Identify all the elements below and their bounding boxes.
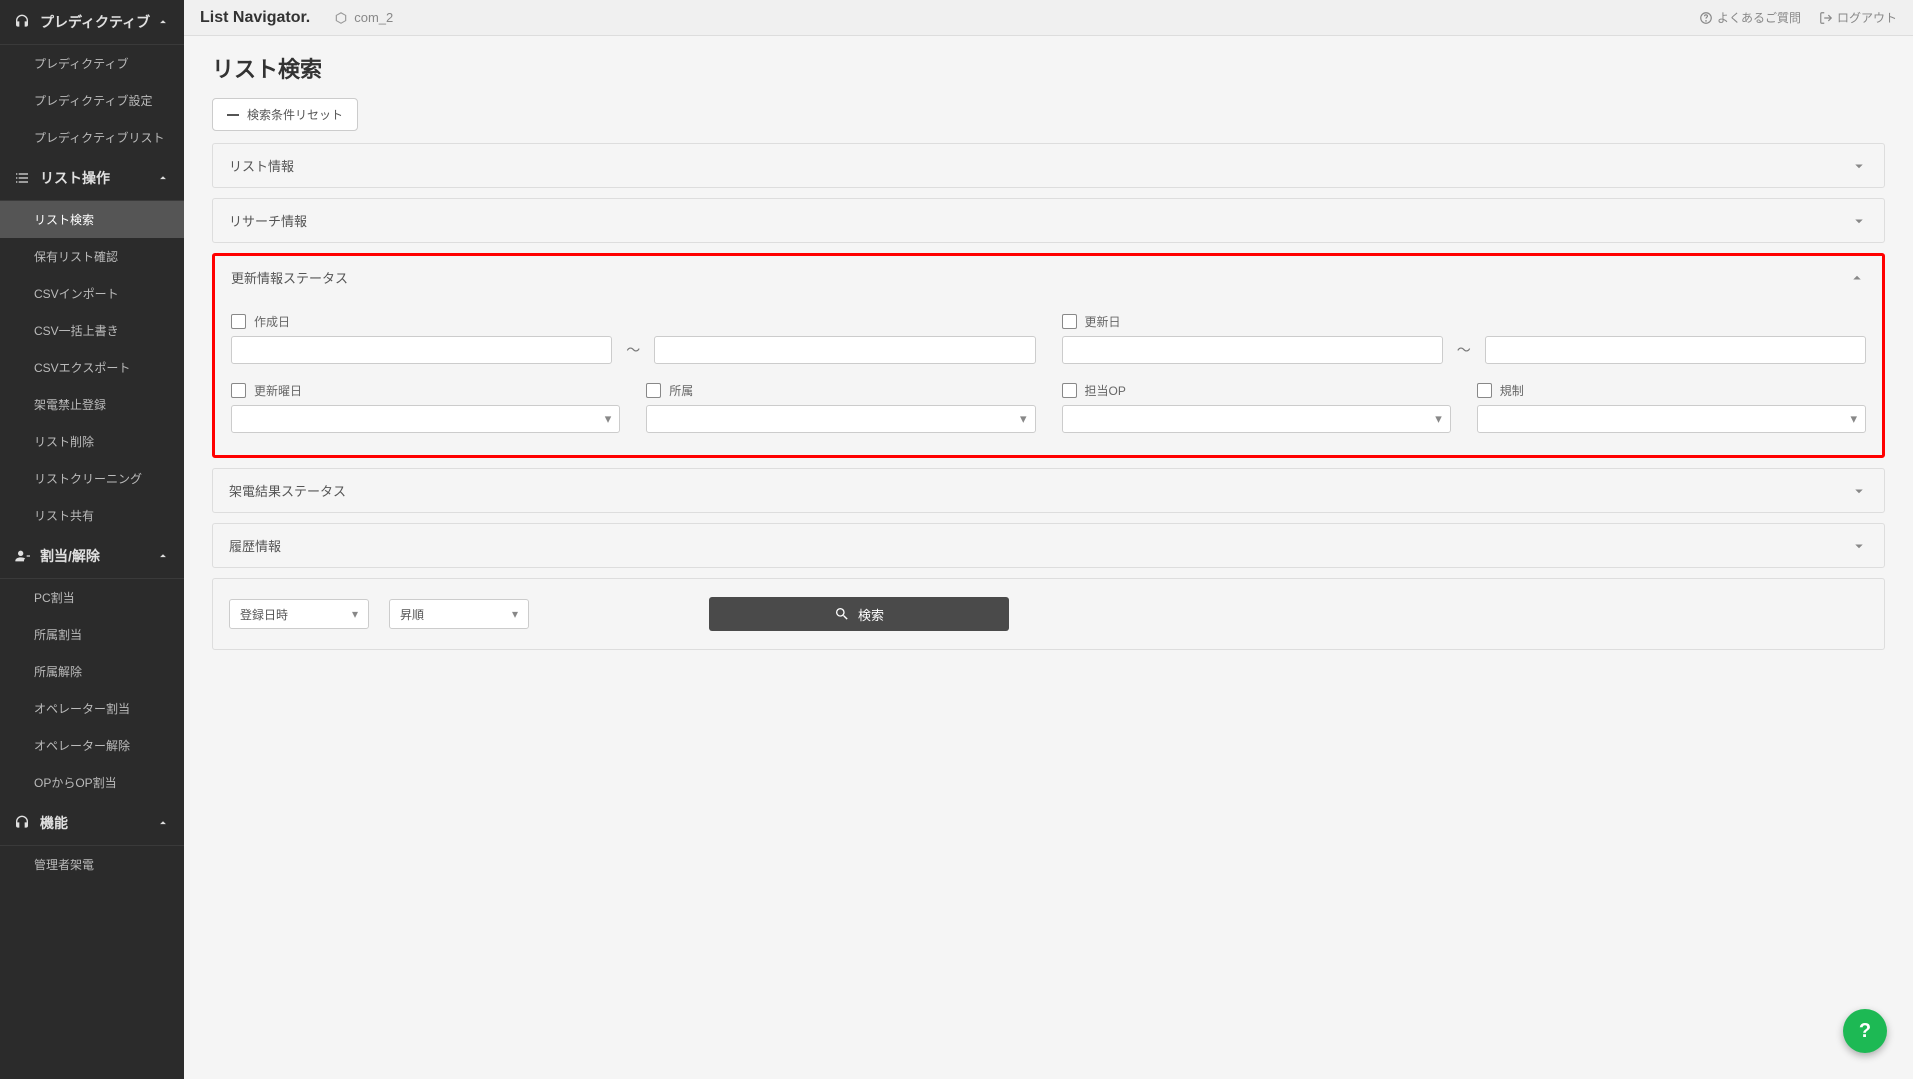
nav-item-list-search[interactable]: リスト検索 xyxy=(0,201,184,238)
nav-item-predictive-list[interactable]: プレディクティブリスト xyxy=(0,119,184,156)
select-sort-field[interactable]: 登録日時 ▾ xyxy=(229,599,369,629)
range-separator: ～ xyxy=(626,340,640,360)
label-update-weekday: 更新曜日 xyxy=(254,382,302,399)
caret-down-icon: ▾ xyxy=(352,607,358,621)
accordion-header-history-info[interactable]: 履歴情報 xyxy=(213,524,1884,567)
page-title: リスト検索 xyxy=(212,52,1885,84)
chevron-up-icon xyxy=(156,549,170,563)
topbar: List Navigator. com_2 よくあるご質問 xyxy=(184,0,1913,36)
nav-section-label: 割当/解除 xyxy=(40,546,100,566)
caret-down-icon: ▾ xyxy=(1435,411,1442,427)
nav-item-affiliation-assign[interactable]: 所属割当 xyxy=(0,616,184,653)
nav-item-list-share[interactable]: リスト共有 xyxy=(0,497,184,534)
headset-icon xyxy=(14,14,30,30)
accordion-research-info: リサーチ情報 xyxy=(212,198,1885,243)
user-minus-icon xyxy=(14,548,30,564)
faq-link[interactable]: よくあるご質問 xyxy=(1699,9,1801,26)
nav-item-op-to-op-assign[interactable]: OPからOP割当 xyxy=(0,764,184,801)
search-bar: 登録日時 ▾ 昇順 ▾ 検索 xyxy=(212,578,1885,650)
chevron-up-icon xyxy=(1848,269,1866,287)
accordion-header-update-status[interactable]: 更新情報ステータス xyxy=(215,256,1882,299)
help-circle-icon xyxy=(1699,11,1713,25)
nav-section-label: 機能 xyxy=(40,813,68,833)
chevron-up-icon xyxy=(156,15,170,29)
checkbox-assigned-op[interactable] xyxy=(1062,383,1077,398)
accordion-header-list-info[interactable]: リスト情報 xyxy=(213,144,1884,187)
caret-down-icon: ▾ xyxy=(605,411,612,427)
headset-icon xyxy=(14,815,30,831)
nav-item-csv-export[interactable]: CSVエクスポート xyxy=(0,349,184,386)
nav-section-function[interactable]: 機能 xyxy=(0,801,184,846)
label-regulation: 規制 xyxy=(1500,382,1524,399)
project-selector[interactable]: com_2 xyxy=(334,10,393,25)
logout-icon xyxy=(1819,11,1833,25)
nav-item-affiliation-release[interactable]: 所属解除 xyxy=(0,653,184,690)
checkbox-created-date[interactable] xyxy=(231,314,246,329)
nav-item-csv-bulk-overwrite[interactable]: CSV一括上書き xyxy=(0,312,184,349)
chevron-down-icon xyxy=(1850,212,1868,230)
checkbox-regulation[interactable] xyxy=(1477,383,1492,398)
accordion-list-info: リスト情報 xyxy=(212,143,1885,188)
select-update-weekday[interactable]: ▾ xyxy=(231,405,620,433)
nav-section-list-ops[interactable]: リスト操作 xyxy=(0,156,184,201)
chevron-up-icon xyxy=(156,171,170,185)
range-separator: ～ xyxy=(1457,340,1471,360)
search-icon xyxy=(834,606,850,622)
chevron-down-icon xyxy=(1850,157,1868,175)
nav-item-operator-release[interactable]: オペレーター解除 xyxy=(0,727,184,764)
nav-item-held-list-confirm[interactable]: 保有リスト確認 xyxy=(0,238,184,275)
accordion-call-result-status: 架電結果ステータス xyxy=(212,468,1885,513)
label-assigned-op: 担当OP xyxy=(1085,382,1126,399)
label-affiliation: 所属 xyxy=(669,382,693,399)
caret-down-icon: ▾ xyxy=(1020,411,1027,427)
accordion-header-research-info[interactable]: リサーチ情報 xyxy=(213,199,1884,242)
nav-item-predictive[interactable]: プレディクティブ xyxy=(0,45,184,82)
search-button[interactable]: 検索 xyxy=(709,597,1009,631)
content-area: リスト検索 検索条件リセット リスト情報 リサーチ情報 xyxy=(184,36,1913,1079)
input-created-date-from[interactable] xyxy=(231,336,612,364)
question-icon: ? xyxy=(1859,1020,1871,1043)
checkbox-updated-date[interactable] xyxy=(1062,314,1077,329)
select-regulation[interactable]: ▾ xyxy=(1477,405,1866,433)
input-updated-date-to[interactable] xyxy=(1485,336,1866,364)
nav-section-predictive[interactable]: プレディクティブ xyxy=(0,0,184,45)
checkbox-affiliation[interactable] xyxy=(646,383,661,398)
input-created-date-to[interactable] xyxy=(654,336,1035,364)
select-assigned-op[interactable]: ▾ xyxy=(1062,405,1451,433)
accordion-history-info: 履歴情報 xyxy=(212,523,1885,568)
brand-logo: List Navigator. xyxy=(200,9,310,27)
checkbox-update-weekday[interactable] xyxy=(231,383,246,398)
nav-section-assign[interactable]: 割当/解除 xyxy=(0,534,184,579)
nav-section-label: プレディクティブ xyxy=(40,12,150,32)
help-fab[interactable]: ? xyxy=(1843,1009,1887,1053)
sidebar: プレディクティブ プレディクティブ プレディクティブ設定 プレディクティブリスト… xyxy=(0,0,184,1079)
nav-item-predictive-settings[interactable]: プレディクティブ設定 xyxy=(0,82,184,119)
select-sort-order[interactable]: 昇順 ▾ xyxy=(389,599,529,629)
chevron-down-icon xyxy=(1850,537,1868,555)
nav-item-pc-assign[interactable]: PC割当 xyxy=(0,579,184,616)
nav-item-list-cleaning[interactable]: リストクリーニング xyxy=(0,460,184,497)
nav-item-list-delete[interactable]: リスト削除 xyxy=(0,423,184,460)
label-updated-date: 更新日 xyxy=(1085,313,1121,330)
logout-link[interactable]: ログアウト xyxy=(1819,9,1897,26)
nav-item-operator-assign[interactable]: オペレーター割当 xyxy=(0,690,184,727)
list-icon xyxy=(14,170,30,186)
nav-section-label: リスト操作 xyxy=(40,168,110,188)
reset-search-button[interactable]: 検索条件リセット xyxy=(212,98,358,131)
nav-item-admin-call[interactable]: 管理者架電 xyxy=(0,846,184,883)
select-affiliation[interactable]: ▾ xyxy=(646,405,1035,433)
caret-down-icon: ▾ xyxy=(512,607,518,621)
caret-down-icon: ▾ xyxy=(1850,411,1857,427)
accordion-update-status: 更新情報ステータス 作成日 xyxy=(212,253,1885,458)
nav-item-call-prohibit-register[interactable]: 架電禁止登録 xyxy=(0,386,184,423)
cube-icon xyxy=(334,11,348,25)
minus-icon xyxy=(227,114,239,116)
chevron-up-icon xyxy=(156,816,170,830)
input-updated-date-from[interactable] xyxy=(1062,336,1443,364)
label-created-date: 作成日 xyxy=(254,313,290,330)
nav-item-csv-import[interactable]: CSVインポート xyxy=(0,275,184,312)
chevron-down-icon xyxy=(1850,482,1868,500)
accordion-header-call-result-status[interactable]: 架電結果ステータス xyxy=(213,469,1884,512)
